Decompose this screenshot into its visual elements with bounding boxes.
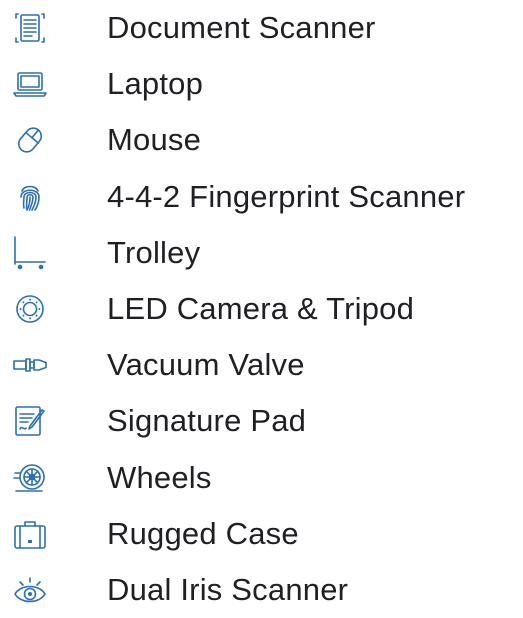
trolley-icon: [10, 233, 50, 273]
list-item: Rugged Case: [0, 506, 523, 562]
list-item: Mouse: [0, 112, 523, 168]
signature-pad-icon: [10, 401, 50, 441]
item-label: Document Scanner: [107, 9, 376, 45]
item-label: Trolley: [107, 234, 201, 270]
list-item: Signature Pad: [0, 393, 523, 449]
item-label: 4-4-2 Fingerprint Scanner: [107, 178, 466, 214]
list-item: Dual Iris Scanner: [0, 562, 523, 618]
item-label: LED Camera & Tripod: [107, 290, 415, 326]
list-item: 4-4-2 Fingerprint Scanner: [0, 169, 523, 225]
camera-lens-icon: [10, 289, 50, 329]
list-item: Vacuum Valve: [0, 337, 523, 393]
case-icon: [10, 514, 50, 554]
fingerprint-icon: [10, 177, 50, 217]
equipment-list: Document Scanner Laptop Mouse 4-4-2 Fing…: [0, 0, 523, 618]
wheel-icon: [10, 458, 50, 498]
list-item: Wheels: [0, 450, 523, 506]
item-label: Dual Iris Scanner: [107, 571, 349, 607]
document-scanner-icon: [10, 8, 50, 48]
valve-icon: [10, 345, 50, 385]
mouse-icon: [10, 120, 50, 160]
list-item: Trolley: [0, 225, 523, 281]
item-label: Rugged Case: [107, 515, 299, 551]
item-label: Signature Pad: [107, 403, 307, 439]
item-label: Wheels: [107, 459, 212, 495]
laptop-icon: [10, 64, 50, 104]
list-item: Document Scanner: [0, 0, 523, 56]
item-label: Mouse: [107, 122, 202, 158]
item-label: Laptop: [107, 66, 204, 102]
item-label: Vacuum Valve: [107, 347, 305, 383]
list-item: Laptop: [0, 56, 523, 112]
eye-scan-icon: [10, 570, 50, 610]
list-item: LED Camera & Tripod: [0, 281, 523, 337]
